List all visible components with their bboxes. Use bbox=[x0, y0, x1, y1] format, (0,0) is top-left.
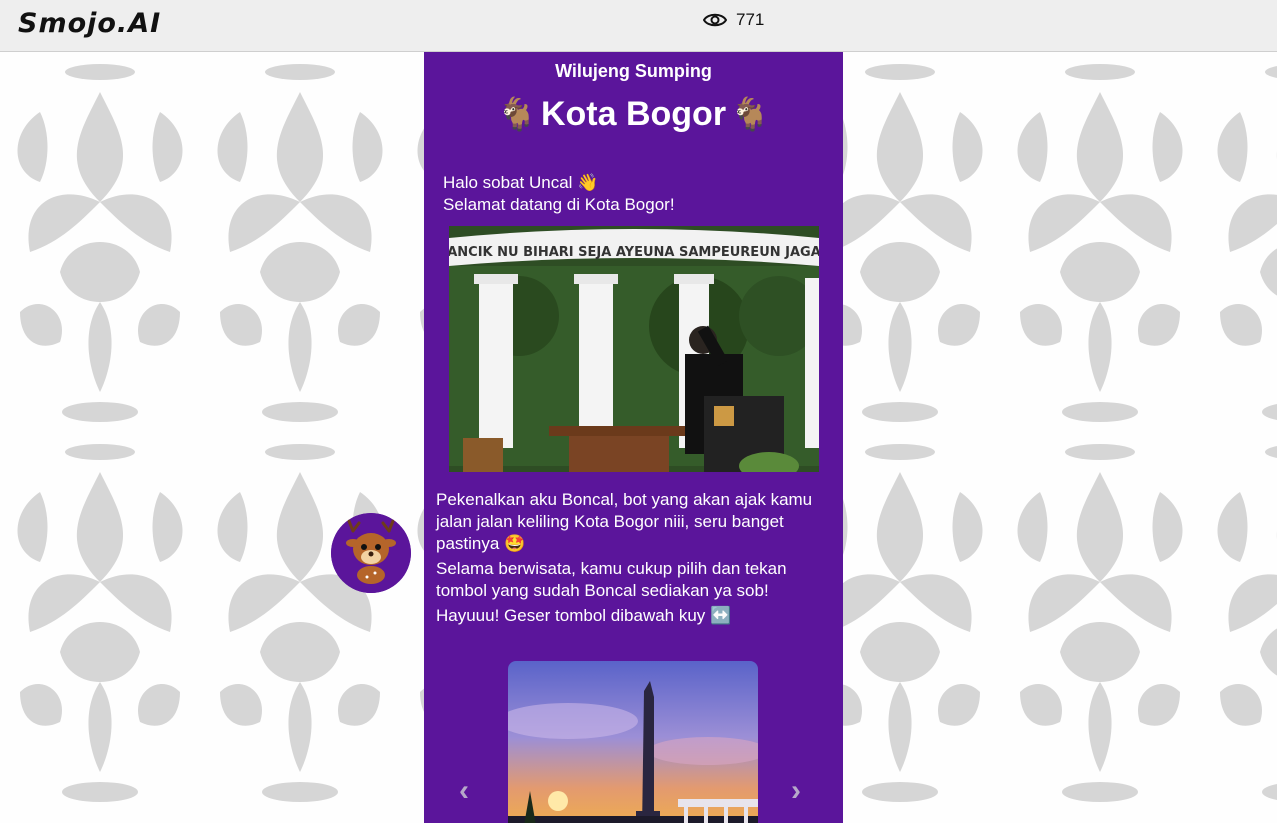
eye-icon bbox=[703, 12, 727, 28]
photo-banner-text: ANCIK NU BIHARI SEJA AYEUNA SAMPEUREUN J… bbox=[449, 245, 819, 260]
intro-line-1: Halo sobat Uncal 👋 bbox=[443, 173, 599, 192]
chat-panel: Wilujeng Sumping 🐐 Kota Bogor 🐐 Halo sob… bbox=[424, 52, 843, 823]
bot-message: Pekenalkan aku Boncal, bot yang akan aja… bbox=[436, 489, 831, 630]
deer-mascot-icon bbox=[331, 513, 411, 593]
brand-logo[interactable]: Smojo.AI bbox=[18, 6, 161, 42]
bot-paragraph-1: Pekenalkan aku Boncal, bot yang akan aja… bbox=[436, 490, 813, 553]
bot-paragraph-2: Selama berwisata, kamu cukup pilih dan t… bbox=[436, 559, 787, 600]
goat-icon: 🐐 bbox=[497, 96, 537, 132]
page-title: 🐐 Kota Bogor 🐐 bbox=[424, 92, 843, 136]
goat-icon: 🐐 bbox=[730, 96, 770, 132]
tugu-kujang-photo: ANCIK NU BIHARI SEJA AYEUNA SAMPEUREUN J… bbox=[449, 226, 819, 472]
intro-line-2: Selamat datang di Kota Bogor! bbox=[443, 195, 675, 214]
title-text: Kota Bogor bbox=[540, 94, 727, 133]
carousel-card-image[interactable] bbox=[508, 661, 758, 823]
view-counter: 771 bbox=[703, 8, 764, 32]
intro-message: Halo sobat Uncal 👋 Selamat datang di Kot… bbox=[443, 172, 675, 216]
top-bar: Smojo.AI 771 bbox=[0, 0, 1277, 52]
greeting-text: Wilujeng Sumping bbox=[555, 61, 712, 81]
carousel-prev-button[interactable]: ‹ bbox=[459, 776, 469, 806]
bot-paragraph-3: Hayuuu! Geser tombol dibawah kuy ↔️ bbox=[436, 606, 732, 625]
view-count: 771 bbox=[736, 10, 765, 29]
carousel-next-button[interactable]: › bbox=[791, 776, 801, 806]
